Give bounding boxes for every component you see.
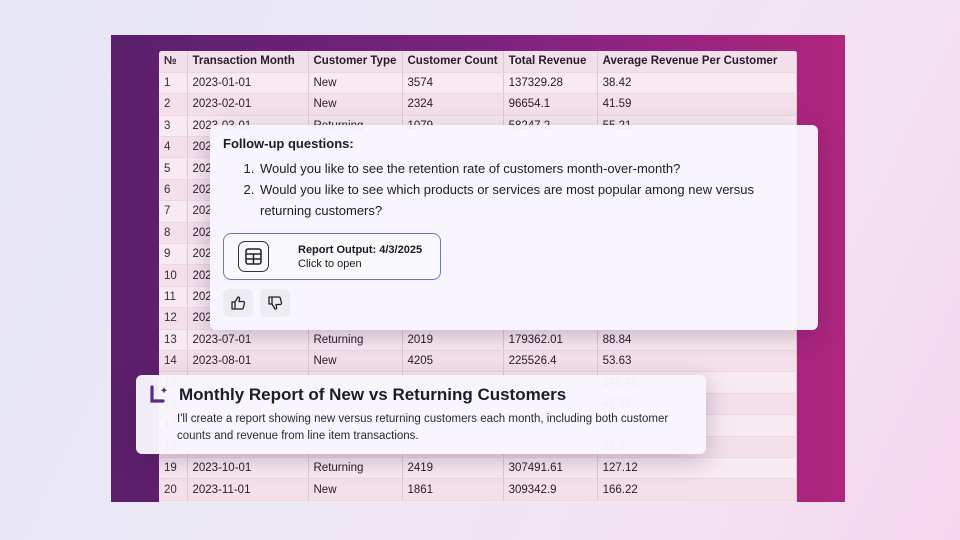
row-index: 8 bbox=[159, 222, 188, 245]
table-icon bbox=[238, 241, 269, 272]
table-row[interactable]: 1 2023-01-01 New 3574 137329.28 38.42 bbox=[159, 72, 797, 95]
table-cell: New bbox=[308, 478, 403, 501]
column-header-customer-type[interactable]: Customer Type bbox=[308, 51, 403, 73]
table-cell: 2324 bbox=[402, 93, 504, 116]
thumbs-up-button[interactable] bbox=[223, 289, 253, 317]
row-index: 10 bbox=[159, 264, 188, 287]
thumbs-down-icon bbox=[268, 296, 283, 310]
row-index: 11 bbox=[159, 286, 188, 309]
follow-up-question[interactable]: Would you like to see the retention rate… bbox=[258, 158, 805, 179]
row-index: 5 bbox=[159, 157, 188, 180]
column-header-average-revenue[interactable]: Average Revenue Per Customer bbox=[597, 51, 797, 73]
table-cell: 2419 bbox=[402, 457, 504, 480]
table-cell: Returning bbox=[308, 457, 403, 480]
column-header-index: № bbox=[159, 51, 188, 73]
row-index: 7 bbox=[159, 200, 188, 223]
table-row[interactable]: 19 2023-10-01 Returning 2419 307491.61 127.12 bbox=[159, 457, 797, 480]
follow-up-question[interactable]: Would you like to see which products or … bbox=[258, 179, 805, 221]
table-cell: New bbox=[308, 350, 403, 373]
thumbs-down-button[interactable] bbox=[260, 289, 290, 317]
table-cell: 38.42 bbox=[597, 72, 797, 95]
table-cell: 225526.4 bbox=[503, 350, 598, 373]
row-index: 20 bbox=[159, 478, 188, 501]
table-cell: 179362.01 bbox=[503, 329, 598, 351]
table-row[interactable]: 13 2023-07-01 Returning 2019 179362.01 88.84 bbox=[159, 329, 797, 351]
table-cell: 309342.9 bbox=[503, 478, 598, 501]
row-index: 9 bbox=[159, 243, 188, 266]
row-index: 13 bbox=[159, 329, 188, 351]
table-row[interactable]: 14 2023-08-01 New 4205 225526.4 53.63 bbox=[159, 350, 797, 373]
row-index: 19 bbox=[159, 457, 188, 480]
row-index: 14 bbox=[159, 350, 188, 373]
row-index: 2 bbox=[159, 93, 188, 116]
table-cell: 2023-01-01 bbox=[187, 72, 309, 95]
table-cell: 1861 bbox=[402, 478, 504, 501]
follow-up-list: Would you like to see the retention rate… bbox=[223, 158, 805, 221]
table-cell: 307491.61 bbox=[503, 457, 598, 480]
brand-logo-icon bbox=[150, 385, 168, 403]
table-row[interactable]: 20 2023-11-01 New 1861 309342.9 166.22 bbox=[159, 478, 797, 501]
row-index: 4 bbox=[159, 136, 188, 159]
column-header-customer-count[interactable]: Customer Count bbox=[402, 51, 504, 73]
table-cell: 4205 bbox=[402, 350, 504, 373]
row-index: 3 bbox=[159, 115, 188, 138]
thumbs-up-icon bbox=[231, 296, 246, 310]
table-cell: 2023-10-01 bbox=[187, 457, 309, 480]
report-description: I'll create a report showing new versus … bbox=[177, 413, 669, 442]
table-cell: 96654.1 bbox=[503, 93, 598, 116]
table-cell: 2023-07-01 bbox=[187, 329, 309, 351]
table-cell: 3574 bbox=[402, 72, 504, 95]
table-cell: 127.12 bbox=[597, 457, 797, 480]
table-row[interactable]: 2 2023-02-01 New 2324 96654.1 41.59 bbox=[159, 93, 797, 116]
table-cell: 2023-02-01 bbox=[187, 93, 309, 116]
row-index: 12 bbox=[159, 307, 188, 330]
report-output-subtitle: Click to open bbox=[298, 257, 362, 270]
table-cell: 2023-11-01 bbox=[187, 478, 309, 501]
table-cell: 41.59 bbox=[597, 93, 797, 116]
table-cell: 166.22 bbox=[597, 478, 797, 501]
table-header-row: № Transaction Month Customer Type Custom… bbox=[159, 51, 797, 73]
table-cell: 2023-08-01 bbox=[187, 350, 309, 373]
report-output-button[interactable]: Report Output: 4/3/2025 Click to open bbox=[223, 233, 441, 280]
table-cell: 53.63 bbox=[597, 350, 797, 373]
follow-up-panel: Follow-up questions: Would you like to s… bbox=[210, 125, 818, 330]
column-header-transaction-month[interactable]: Transaction Month bbox=[187, 51, 309, 73]
table-cell: 88.84 bbox=[597, 329, 797, 351]
table-cell: New bbox=[308, 72, 403, 95]
table-cell: 2019 bbox=[402, 329, 504, 351]
table-cell: New bbox=[308, 93, 403, 116]
table-cell: 137329.28 bbox=[503, 72, 598, 95]
row-index: 1 bbox=[159, 72, 188, 95]
column-header-total-revenue[interactable]: Total Revenue bbox=[503, 51, 598, 73]
report-title: Monthly Report of New vs Returning Custo… bbox=[179, 385, 567, 404]
report-output-title: Report Output: 4/3/2025 bbox=[298, 243, 423, 256]
report-summary-card: Monthly Report of New vs Returning Custo… bbox=[136, 375, 706, 454]
table-cell: Returning bbox=[308, 329, 403, 351]
row-index: 6 bbox=[159, 179, 188, 202]
follow-up-title: Follow-up questions: bbox=[223, 136, 354, 151]
